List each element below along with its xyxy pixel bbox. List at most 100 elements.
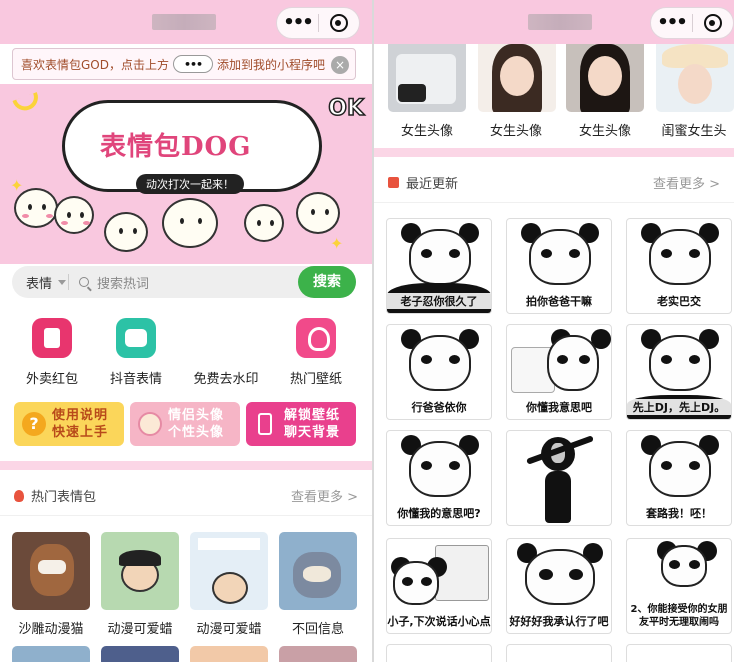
close-program-icon[interactable] bbox=[693, 14, 733, 32]
blurred-title bbox=[152, 14, 216, 30]
see-more-link[interactable]: 查看更多 > bbox=[291, 486, 358, 505]
blurred-title bbox=[528, 14, 592, 30]
promo-line2: 聊天背景 bbox=[284, 425, 341, 440]
recent-updates-header: 最近更新 查看更多 > bbox=[374, 163, 734, 203]
hot-sticker-card[interactable] bbox=[279, 532, 357, 610]
meme-card[interactable]: 好好好我承认行了吧 bbox=[506, 538, 612, 634]
hot-sticker-card[interactable] bbox=[279, 646, 357, 662]
flame-icon bbox=[14, 489, 24, 502]
feature-remove-watermark[interactable]: 免费去水印 bbox=[184, 318, 268, 387]
meme-caption: 行爸爸依你 bbox=[387, 399, 491, 415]
avatar-card[interactable] bbox=[656, 44, 734, 112]
banner-subtitle: 动次打次一起来！ bbox=[136, 174, 244, 194]
hot-sticker-card[interactable] bbox=[101, 646, 179, 662]
cartoon-face bbox=[14, 188, 58, 228]
cartoon-face bbox=[104, 212, 148, 252]
right-screen: ••• 女生头像 女生头像 女生头像 闺蜜女生头 最近更新 查看更多 > 老子忍… bbox=[374, 0, 734, 662]
hot-sticker-label: 不回信息 bbox=[291, 622, 344, 637]
avatar-card[interactable] bbox=[478, 44, 556, 112]
meme-card[interactable]: 小子,下次说话小心点 bbox=[386, 538, 492, 634]
meme-card[interactable]: 2、你能接受你的女朋友平时无理取闹吗 bbox=[626, 538, 732, 634]
left-screen: ••• 喜欢表情包GOD，点击上方 ••• 添加到我的小程序吧 × 表情包DOG… bbox=[0, 0, 372, 662]
meme-card[interactable]: 你懂我意思吧 bbox=[506, 324, 612, 420]
meme-card[interactable]: 老实巴交 bbox=[626, 218, 732, 314]
tip-text-after: 添加到我的小程序吧 bbox=[217, 57, 326, 72]
meme-card[interactable] bbox=[626, 644, 732, 662]
thumbs-up-icon bbox=[388, 177, 399, 188]
meme-card[interactable]: 老子忍你很久了 bbox=[386, 218, 492, 314]
search-button[interactable]: 搜索 bbox=[298, 266, 356, 298]
avatar-card[interactable] bbox=[566, 44, 644, 112]
avatar-card[interactable] bbox=[388, 44, 466, 112]
meme-caption: 你懂我的意思吧? bbox=[387, 505, 491, 521]
cartoon-face bbox=[296, 192, 340, 234]
hot-stickers-header: 热门表情包 查看更多 > bbox=[0, 476, 372, 516]
feature-grid: 外卖红包 抖音表情 免费去水印 热门壁纸 bbox=[0, 318, 372, 390]
meme-card[interactable] bbox=[506, 644, 612, 662]
category-select[interactable]: 表情 bbox=[12, 273, 68, 292]
hot-sticker-card[interactable] bbox=[190, 646, 268, 662]
meme-caption: 老子忍你很久了 bbox=[387, 293, 491, 309]
search-icon bbox=[79, 277, 89, 287]
feature-hot-wallpaper[interactable]: 热门壁纸 bbox=[274, 318, 358, 387]
promo-line2: 个性头像 bbox=[168, 425, 225, 440]
promo-line2: 快速上手 bbox=[52, 425, 109, 440]
see-more-link[interactable]: 查看更多 > bbox=[653, 173, 720, 192]
meme-card[interactable] bbox=[386, 644, 492, 662]
question-icon: ? bbox=[22, 412, 46, 436]
meme-card[interactable]: 你懂我的意思吧? bbox=[386, 430, 492, 526]
mini-program-capsule[interactable]: ••• bbox=[276, 7, 360, 39]
meme-card[interactable]: 先上DJ，先上DJ。 bbox=[626, 324, 732, 420]
search-bar: 表情 搜索热词 搜索 bbox=[12, 266, 356, 298]
mini-program-capsule[interactable]: ••• bbox=[650, 7, 734, 39]
hot-sticker-label: 沙雕动漫猫 bbox=[18, 622, 84, 637]
red-envelope-icon bbox=[32, 318, 72, 358]
section-divider bbox=[374, 148, 734, 157]
tip-text-before: 喜欢表情包GOD，点击上方 bbox=[21, 57, 169, 72]
hot-sticker-card[interactable] bbox=[12, 532, 90, 610]
sparkle-icon: ✦ bbox=[330, 234, 344, 253]
meme-card[interactable] bbox=[506, 430, 612, 526]
avatar-label: 女生头像 bbox=[400, 124, 453, 139]
promo-unlock-wallpaper[interactable]: 解锁壁纸 聊天背景 bbox=[246, 402, 356, 446]
hot-sticker-card[interactable] bbox=[190, 532, 268, 610]
wallpaper-badge-icon bbox=[296, 318, 336, 358]
meme-card[interactable]: 套路我！呸！ bbox=[626, 430, 732, 526]
promo-line1: 情侣头像 bbox=[168, 408, 225, 423]
meme-caption: 小子,下次说话小心点 bbox=[387, 613, 491, 629]
meme-card[interactable]: 行爸爸依你 bbox=[386, 324, 492, 420]
search-input[interactable]: 搜索热词 bbox=[97, 273, 298, 292]
more-menu-icon[interactable]: ••• bbox=[277, 8, 318, 38]
banana-icon bbox=[12, 91, 42, 115]
banner[interactable]: 表情包DOG 动次打次一起来！ OK ✦ ✦ bbox=[0, 84, 372, 264]
more-menu-icon[interactable]: ••• bbox=[651, 8, 692, 38]
banner-title: 表情包DOG bbox=[100, 132, 252, 162]
hot-sticker-label: 动漫可爱蜡 bbox=[196, 622, 262, 637]
cartoon-face bbox=[54, 196, 94, 234]
close-program-icon[interactable] bbox=[319, 14, 359, 32]
promo-line1: 使用说明 bbox=[52, 408, 109, 423]
hot-sticker-card[interactable] bbox=[101, 532, 179, 610]
banner-ok-text: OK bbox=[328, 95, 365, 122]
meme-caption: 好好好我承认行了吧 bbox=[507, 613, 611, 629]
avatar-label: 女生头像 bbox=[489, 124, 542, 139]
douyin-sticker-icon bbox=[116, 318, 156, 358]
feature-douyin-stickers[interactable]: 抖音表情 bbox=[94, 318, 178, 387]
meme-caption: 套路我！呸！ bbox=[627, 505, 731, 521]
couple-avatar-icon bbox=[138, 412, 162, 436]
avatar-label: 闺蜜女生头 bbox=[661, 124, 727, 139]
promo-user-guide[interactable]: ? 使用说明快速上手 bbox=[14, 402, 124, 446]
chevron-down-icon bbox=[58, 279, 67, 285]
promo-line1: 解锁壁纸 bbox=[284, 408, 341, 423]
hot-sticker-card[interactable] bbox=[12, 646, 90, 662]
promo-couple-avatars[interactable]: 情侣头像 个性头像 bbox=[130, 402, 240, 446]
cartoon-rabbit bbox=[244, 204, 284, 242]
search-divider bbox=[68, 274, 69, 290]
tip-close-icon[interactable]: × bbox=[331, 56, 349, 74]
phone-icon bbox=[258, 413, 272, 435]
feature-takeout-red-envelope[interactable]: 外卖红包 bbox=[10, 318, 94, 387]
hot-sticker-label: 动漫可爱蜡 bbox=[107, 622, 173, 637]
meme-card[interactable]: 拍你爸爸干嘛 bbox=[506, 218, 612, 314]
section-title: 最近更新 bbox=[406, 177, 459, 192]
add-to-my-programs-tip: 喜欢表情包GOD，点击上方 ••• 添加到我的小程序吧 × bbox=[12, 48, 356, 80]
